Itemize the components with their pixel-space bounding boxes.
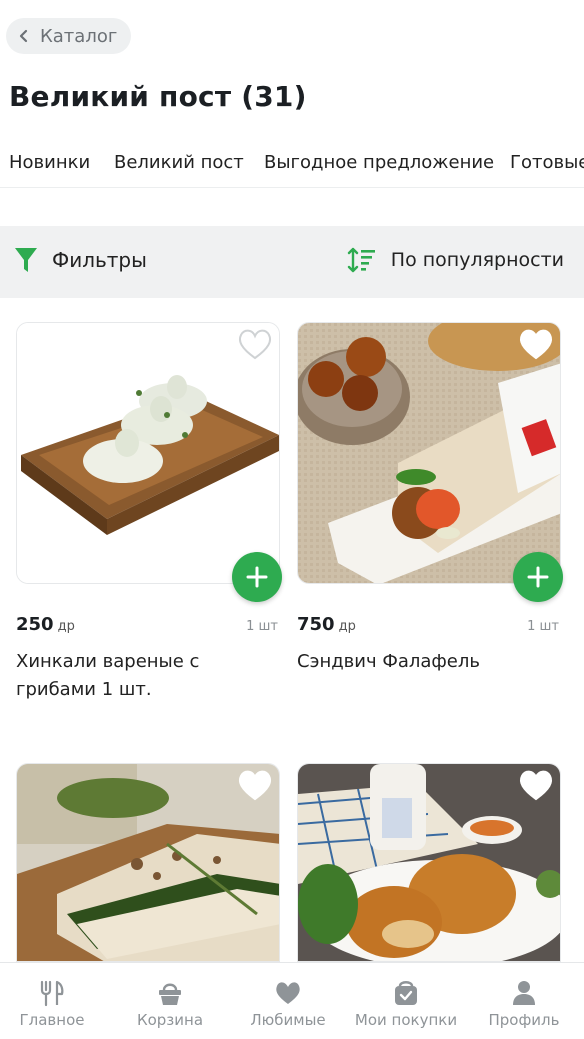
nav-profile[interactable]: Профиль xyxy=(466,971,582,1029)
sort-label: По популярности xyxy=(390,249,564,271)
quantity-unit: 1 шт xyxy=(527,619,559,634)
filter-button[interactable]: Фильтры xyxy=(14,246,147,274)
plus-icon xyxy=(527,566,549,588)
filter-bar: Фильтры По популярности xyxy=(0,226,584,298)
person-icon xyxy=(513,981,535,1005)
sort-button[interactable]: По популярности xyxy=(347,246,564,274)
nav-label: Главное xyxy=(19,1011,85,1029)
heart-icon xyxy=(276,982,300,1004)
back-button[interactable]: Каталог xyxy=(6,18,132,54)
nav-label: Профиль xyxy=(488,1011,560,1029)
product-name[interactable]: Хинкали вареные с грибами 1 шт. xyxy=(16,648,276,704)
basket-icon xyxy=(159,983,181,1005)
favorite-heart-icon[interactable] xyxy=(517,767,555,803)
page-title: Великий пост (31) xyxy=(9,80,307,113)
add-to-cart-button[interactable] xyxy=(232,552,282,602)
filter-label: Фильтры xyxy=(52,248,147,272)
favorite-heart-icon[interactable] xyxy=(517,326,555,362)
fork-knife-icon xyxy=(40,980,64,1007)
nav-home[interactable]: Главное xyxy=(0,971,110,1029)
tab-new[interactable]: Новинки xyxy=(9,152,90,187)
bag-check-icon xyxy=(395,981,417,1005)
favorite-heart-icon[interactable] xyxy=(236,767,274,803)
currency: др xyxy=(57,619,75,634)
nav-label: Любимые xyxy=(250,1011,326,1029)
product-name[interactable]: Сэндвич Фалафель xyxy=(297,648,557,676)
currency: др xyxy=(338,619,356,634)
nav-label: Мои покупки xyxy=(354,1011,458,1029)
nav-cart[interactable]: Корзина xyxy=(112,971,228,1029)
tab-ready[interactable]: Готовые xyxy=(510,152,584,187)
plus-icon xyxy=(246,566,268,588)
nav-favorites[interactable]: Любимые xyxy=(230,971,346,1029)
add-to-cart-button[interactable] xyxy=(513,552,563,602)
nav-purchases[interactable]: Мои покупки xyxy=(348,971,464,1029)
nav-label: Корзина xyxy=(136,1011,204,1029)
category-tabs: Новинки Великий пост Выгодное предложени… xyxy=(0,140,584,188)
favorite-heart-icon[interactable] xyxy=(236,326,274,362)
funnel-icon xyxy=(15,248,37,272)
back-label: Каталог xyxy=(40,25,118,47)
tab-offers[interactable]: Выгодное предложение xyxy=(264,152,494,187)
chevron-left-icon xyxy=(19,29,28,43)
tab-lent[interactable]: Великий пост xyxy=(108,152,250,187)
quantity-unit: 1 шт xyxy=(246,619,278,634)
price: 750 др xyxy=(297,614,356,635)
price: 250 др xyxy=(16,614,75,635)
sort-icon xyxy=(347,247,375,273)
bottom-navigation: Главное Корзина Любимые Мои покупки Проф… xyxy=(0,962,584,1039)
